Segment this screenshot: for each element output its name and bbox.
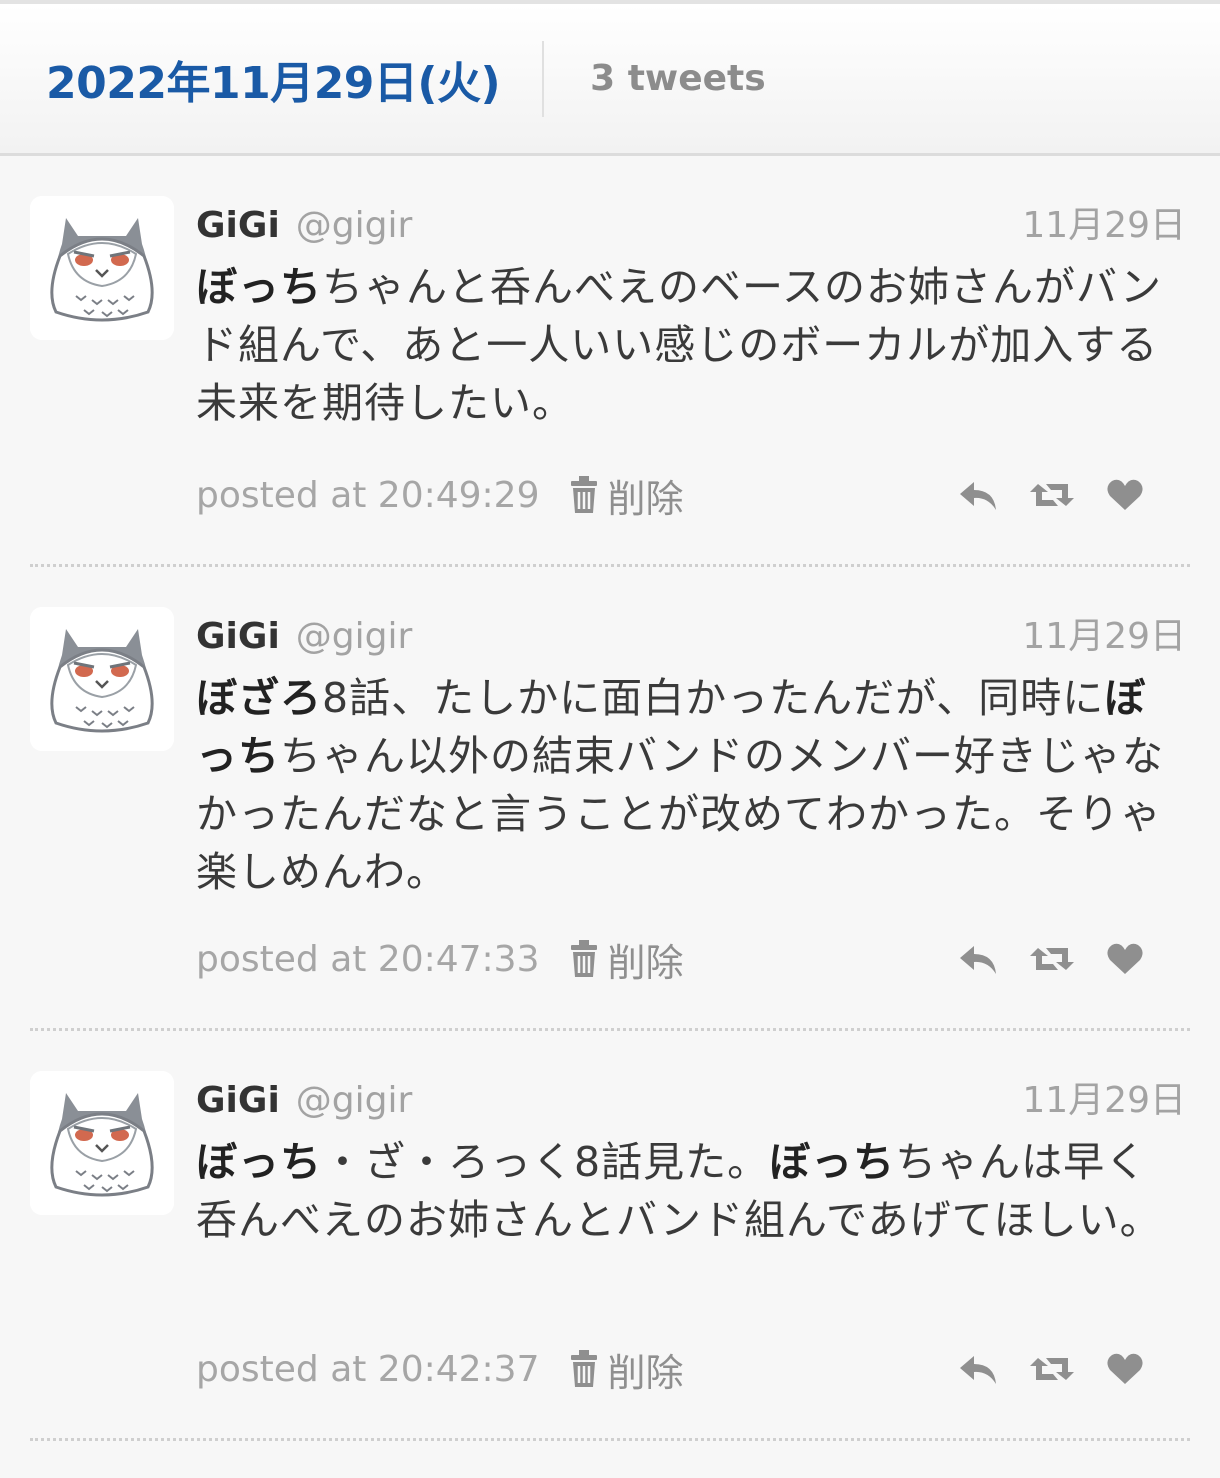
user-name[interactable]: GiGi [196,205,280,246]
trash-icon [570,476,597,513]
tweet-date[interactable]: 11月29日 [1022,607,1190,659]
tweet-item: GiGi @gigir 11月29日 ぼざろ8話、たしかに面白かったんだが、同時… [30,567,1190,1031]
tweet-text-plain: ちゃん以外の結束バンドのメンバー好きじゃなかったんだなと言うことが改めてわかった… [196,732,1165,896]
owl-avatar-icon-graphic [30,196,174,340]
reply-button[interactable] [958,942,998,976]
retweet-icon [1030,484,1074,506]
delete-label: 削除 [607,940,684,985]
retweet-icon [1030,1358,1074,1380]
heart-icon [1107,479,1143,510]
tweet-count: 3 tweets [590,58,766,99]
user-name[interactable]: GiGi [196,616,280,657]
reply-button[interactable] [958,478,998,512]
screen-name[interactable]: @gigir [296,1080,413,1121]
owl-avatar-icon[interactable] [30,196,174,340]
user-name[interactable]: GiGi [196,1080,280,1121]
trash-icon [570,1350,597,1387]
tweet-text-bold: ぼざろ [196,674,322,722]
owl-avatar-icon[interactable] [30,607,174,751]
posted-at[interactable]: posted at 20:42:37 [196,1349,540,1390]
posted-at[interactable]: posted at 20:47:33 [196,939,540,980]
screen-name[interactable]: @gigir [296,205,413,246]
reply-icon [960,1356,996,1384]
tweet-text: ぼっち・ざ・ろっく8話見た。ぼっちちゃんは早く呑んべえのお姉さんとバンド組んであ… [196,1133,1190,1249]
tweet-text-plain: ちゃんと呑んべえのベースのお姉さんがバンド組んで、あと一人いい感じのボーカルが加… [196,263,1162,427]
retweet-button[interactable] [1028,1352,1076,1386]
reply-icon [960,482,996,510]
tweet-date[interactable]: 11月29日 [1022,1071,1190,1123]
delete-button[interactable]: 削除 [568,932,684,987]
owl-avatar-icon-graphic [30,607,174,751]
reply-icon [960,946,996,974]
tweet-item: GiGi @gigir 11月29日 ぼっちちゃんと呑んべえのベースのお姉さんが… [30,156,1190,567]
tweet-text-plain: ・ざ・ろっく8話見た。 [322,1138,770,1186]
like-button[interactable] [1106,942,1144,976]
tweet-text: ぼっちちゃんと呑んべえのベースのお姉さんがバンド組んで、あと一人いい感じのボーカ… [196,258,1190,432]
tweet-text-bold: ぼっち [769,1138,896,1186]
reply-button[interactable] [958,1352,998,1386]
heart-icon [1107,943,1143,974]
tweet-text: ぼざろ8話、たしかに面白かったんだが、同時にぼっちちゃん以外の結束バンドのメンバ… [196,669,1190,901]
tweet-text-bold: ぼっち [196,263,322,311]
retweet-button[interactable] [1028,942,1076,976]
delete-label: 削除 [607,476,684,521]
retweet-icon [1030,948,1074,970]
date-link[interactable]: 2022年11月29日(火) [46,47,501,111]
like-button[interactable] [1106,478,1144,512]
posted-at[interactable]: posted at 20:49:29 [196,475,540,516]
day-header: 2022年11月29日(火) 3 tweets [0,0,1220,156]
tweet-text-bold: ぼっち [196,1138,322,1186]
header-divider [542,40,545,117]
owl-avatar-icon[interactable] [30,1071,174,1215]
delete-button[interactable]: 削除 [568,1342,684,1397]
tweet-text-plain: 8話、たしかに面白かったんだが、同時に [322,674,1105,722]
trash-icon [570,940,597,977]
tweet-item: GiGi @gigir 11月29日 ぼっち・ざ・ろっく8話見た。ぼっちちゃんは… [30,1031,1190,1441]
like-button[interactable] [1106,1352,1144,1386]
retweet-button[interactable] [1028,478,1076,512]
heart-icon [1107,1353,1143,1384]
screen-name[interactable]: @gigir [296,616,413,657]
tweet-date[interactable]: 11月29日 [1022,196,1190,248]
owl-avatar-icon-graphic [30,1071,174,1215]
tweet-list: GiGi @gigir 11月29日 ぼっちちゃんと呑んべえのベースのお姉さんが… [0,156,1220,1441]
delete-label: 削除 [607,1350,684,1395]
delete-button[interactable]: 削除 [568,468,684,523]
